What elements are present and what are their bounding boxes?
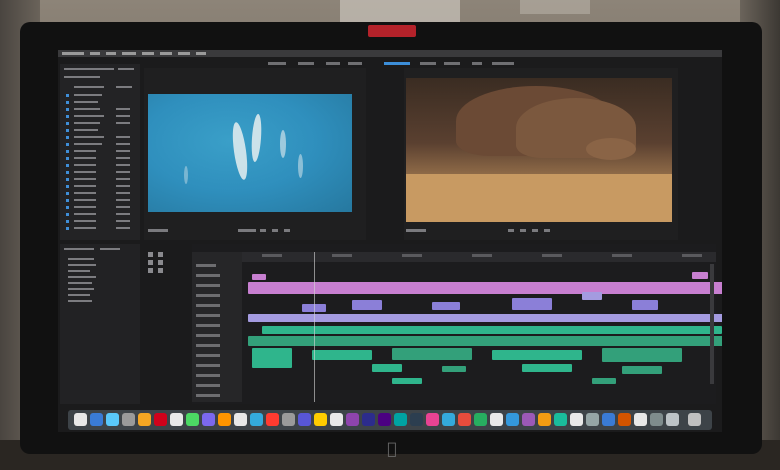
timeline-clip[interactable]	[352, 300, 382, 310]
timeline-clip[interactable]	[312, 350, 372, 360]
effects-panel[interactable]	[60, 244, 140, 404]
timeline-scrollbar[interactable]	[710, 264, 714, 384]
monitor-screen	[58, 50, 722, 432]
timeline-clip[interactable]	[442, 366, 466, 372]
timeline-playhead[interactable]	[314, 252, 315, 402]
macos-dock[interactable]	[68, 410, 712, 430]
timeline-clip[interactable]	[522, 364, 572, 372]
timeline-panel[interactable]	[192, 244, 722, 404]
timeline-clip[interactable]	[602, 348, 682, 362]
tools-panel[interactable]	[144, 248, 184, 288]
timeline-clip[interactable]	[252, 274, 266, 280]
timeline-clip[interactable]	[692, 272, 708, 279]
timeline-clip[interactable]	[392, 348, 472, 360]
background-paper-2	[520, 0, 590, 14]
timeline-clip[interactable]	[632, 300, 658, 310]
timeline-clip[interactable]	[248, 336, 722, 346]
timeline-clip[interactable]	[372, 364, 402, 372]
menu-bar[interactable]	[58, 50, 722, 57]
timeline-clip[interactable]	[262, 326, 722, 334]
timeline-clip[interactable]	[512, 298, 552, 310]
apple-logo-icon: 	[382, 440, 402, 458]
timeline-clip[interactable]	[622, 366, 662, 374]
monitor-transport-controls[interactable]	[148, 226, 668, 236]
project-panel[interactable]	[60, 64, 140, 240]
timeline-clip[interactable]	[252, 348, 292, 368]
workspace-tabs[interactable]	[148, 60, 708, 68]
source-preview-ocean	[148, 94, 352, 212]
program-monitor[interactable]	[404, 68, 678, 240]
timeline-clip[interactable]	[492, 350, 582, 360]
timeline-track-headers[interactable]	[192, 252, 242, 402]
timeline-clip[interactable]	[592, 378, 616, 384]
timeline-clip[interactable]	[432, 302, 460, 310]
background-paper	[340, 0, 460, 22]
timeline-clip[interactable]	[392, 378, 422, 384]
monitor-red-tag	[368, 25, 416, 37]
program-preview-turtle	[406, 78, 672, 222]
timeline-clip[interactable]	[582, 292, 602, 300]
source-monitor[interactable]	[144, 68, 366, 240]
timeline-clip[interactable]	[248, 314, 722, 322]
timeline-clip[interactable]	[248, 282, 722, 294]
